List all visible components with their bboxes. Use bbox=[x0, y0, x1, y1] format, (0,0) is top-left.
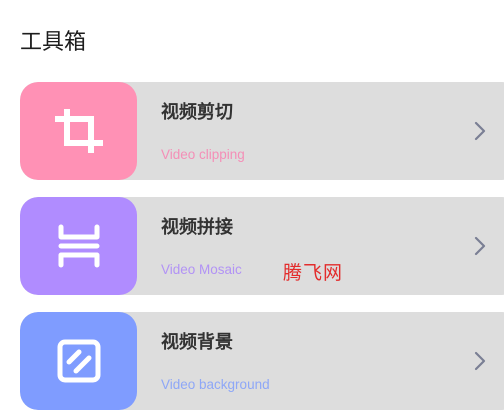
tool-card-video-clipping[interactable]: 视频剪切 Video clipping bbox=[20, 82, 504, 180]
chevron-right-icon bbox=[474, 121, 486, 141]
tool-tile-video-clipping bbox=[20, 82, 137, 180]
page-title: 工具箱 bbox=[20, 30, 87, 55]
tool-subtitle: Video clipping bbox=[161, 147, 245, 162]
tool-tile-video-mosaic bbox=[20, 197, 137, 295]
crop-icon bbox=[54, 109, 103, 153]
mosaic-icon bbox=[58, 224, 99, 268]
chevron-right-icon bbox=[474, 351, 486, 371]
background-icon bbox=[57, 339, 100, 383]
tool-title: 视频拼接 bbox=[161, 217, 233, 238]
tool-subtitle: Video background bbox=[161, 377, 270, 392]
watermark: 腾飞网 bbox=[283, 262, 344, 284]
tool-card-video-mosaic[interactable]: 视频拼接 Video Mosaic bbox=[20, 197, 504, 295]
tool-title: 视频背景 bbox=[161, 332, 233, 353]
tool-card-video-background[interactable]: 视频背景 Video background bbox=[20, 312, 504, 410]
tool-tile-video-background bbox=[20, 312, 137, 410]
tool-title: 视频剪切 bbox=[161, 102, 233, 123]
chevron-right-icon bbox=[474, 236, 486, 256]
tool-subtitle: Video Mosaic bbox=[161, 262, 242, 277]
